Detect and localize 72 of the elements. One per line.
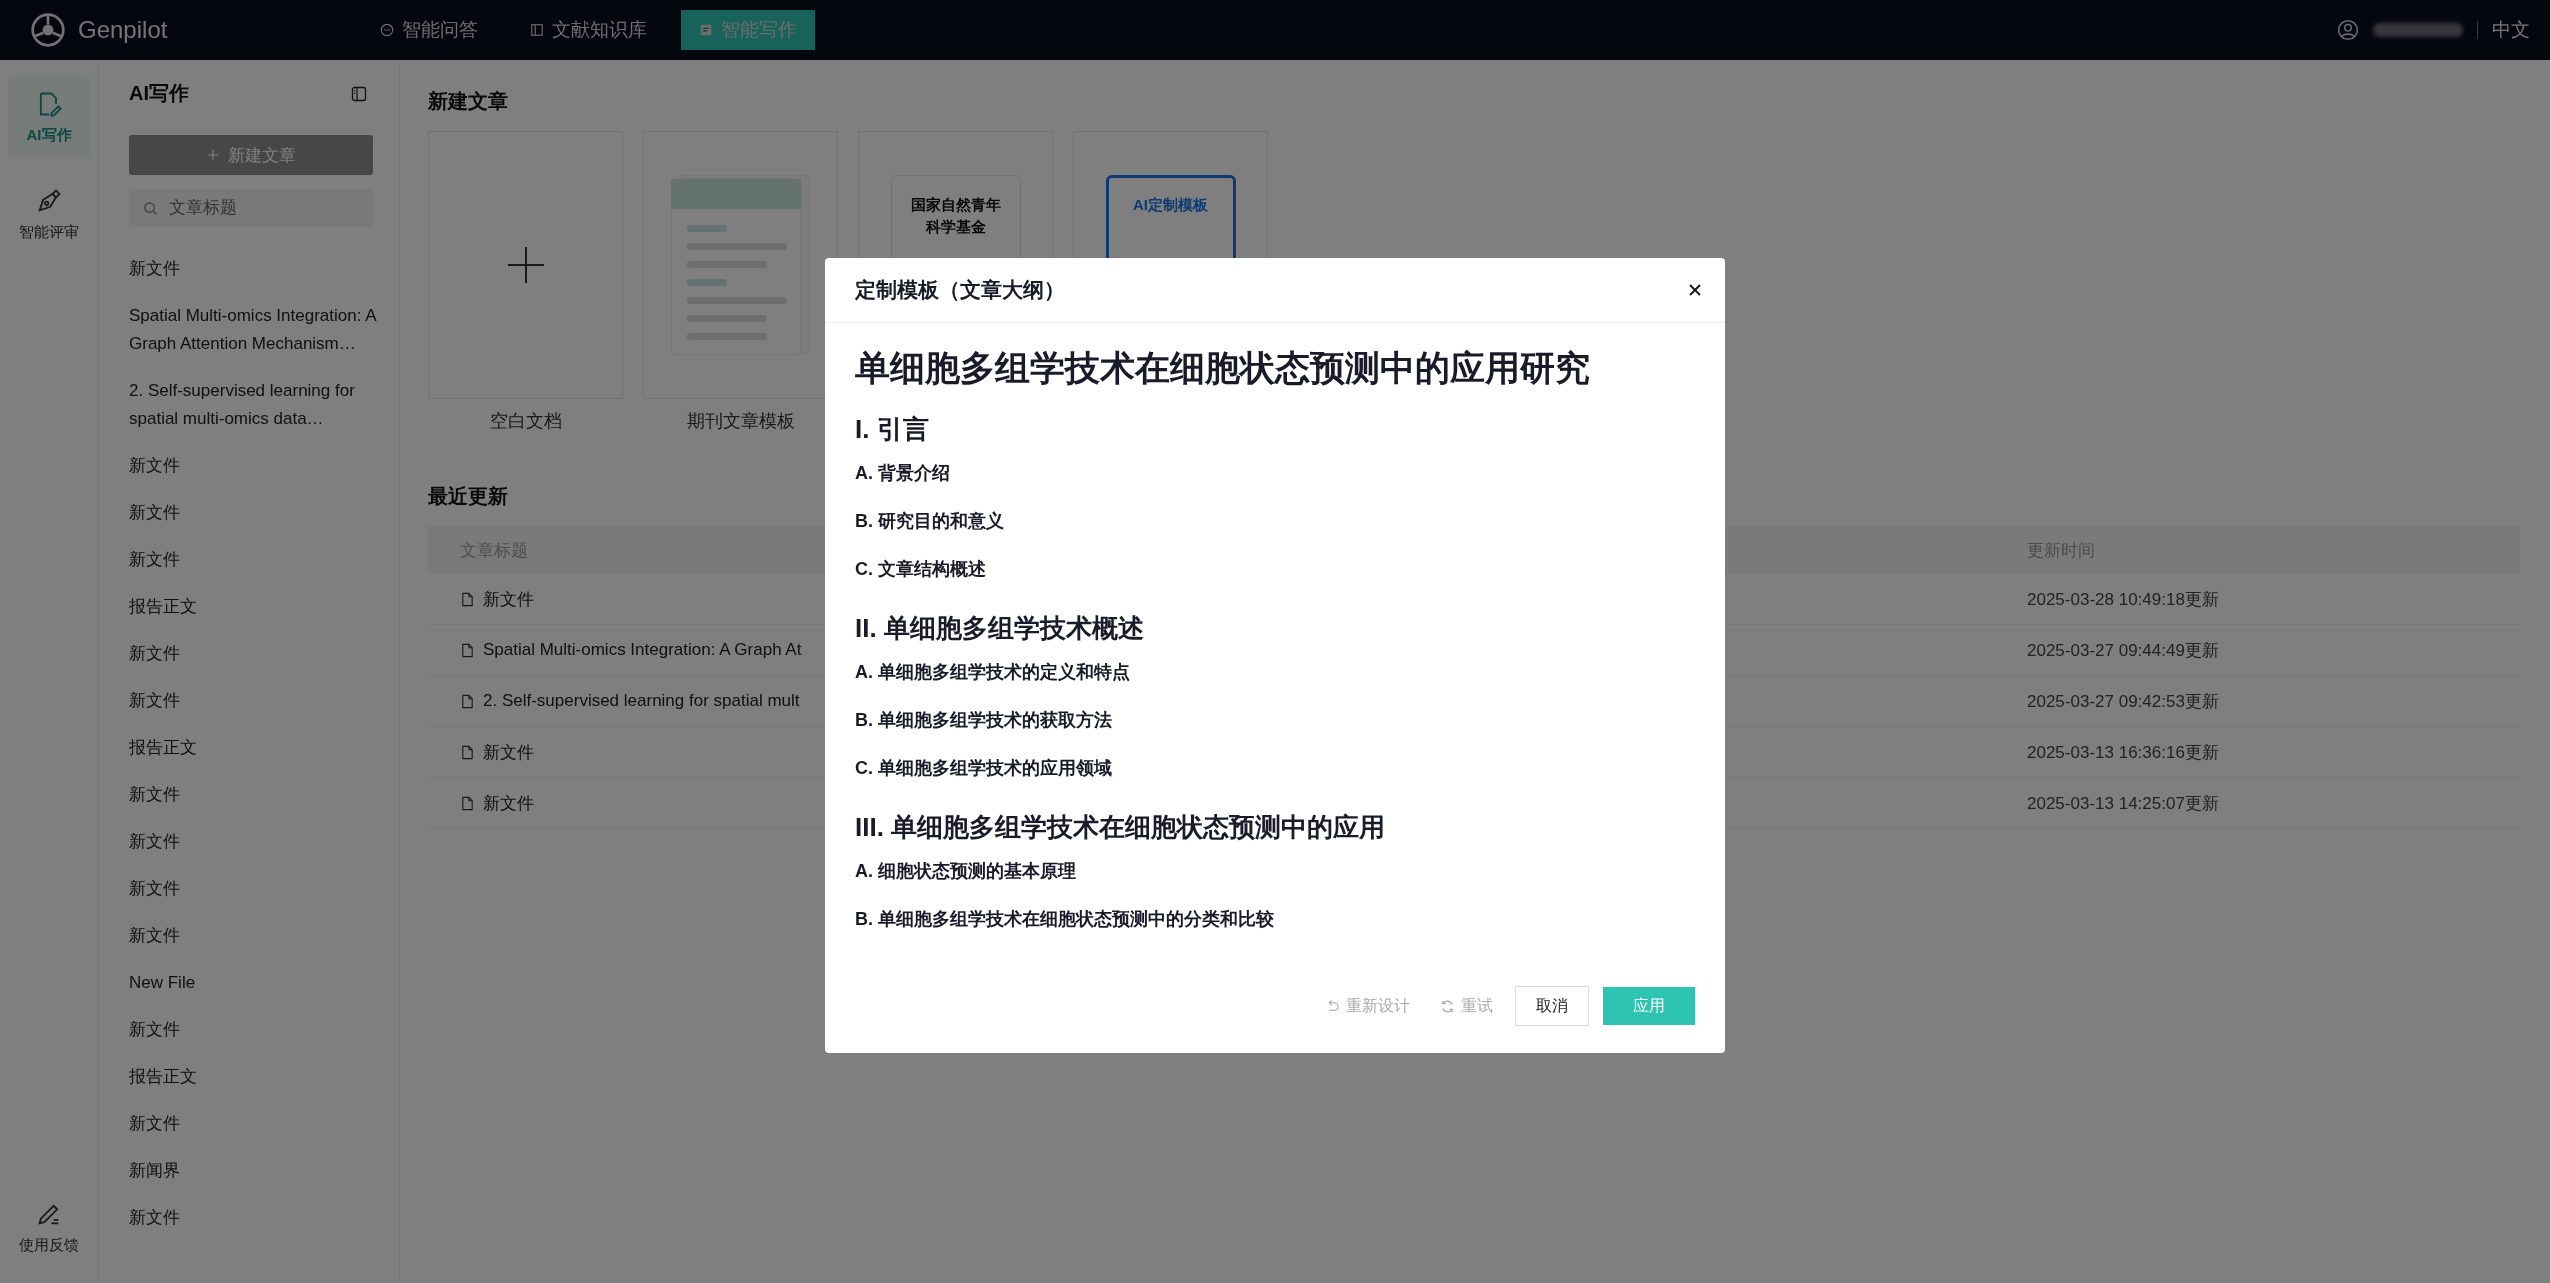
logo-icon xyxy=(30,12,66,48)
file-list-item[interactable]: 报告正文 xyxy=(129,593,379,621)
outline-item: B. 研究目的和意义 xyxy=(855,510,1005,533)
table-cell[interactable]: 新文件 xyxy=(483,791,534,815)
file-list-item[interactable]: 新文件 xyxy=(129,499,379,527)
sidebar-title: AI写作 xyxy=(129,81,189,106)
file-list-item[interactable]: 报告正文 xyxy=(129,1063,379,1091)
book-icon xyxy=(530,23,544,37)
file-list-item[interactable]: 新文件 xyxy=(129,781,379,809)
file-list-item[interactable]: 新文件 xyxy=(129,828,379,856)
pen-nib-icon xyxy=(35,187,63,215)
file-list-item[interactable]: 新文件 xyxy=(129,546,379,574)
file-list-item[interactable]: 新文件 xyxy=(129,1110,379,1138)
rail-item[interactable]: AI写作 xyxy=(8,76,90,159)
file-list-item[interactable]: 新文件 xyxy=(129,875,379,903)
template-card[interactable]: 期刊文章模板 xyxy=(643,131,838,463)
file-list-item[interactable]: 新文件 xyxy=(129,1016,379,1044)
table-cell-text: 2025-03-27 09:44:49更新 xyxy=(2027,639,2220,662)
chat-icon xyxy=(380,23,394,37)
file-list-item[interactable]: 新文件 xyxy=(129,922,379,950)
document-icon xyxy=(699,23,713,37)
nav-tab[interactable]: 文献知识库 xyxy=(512,10,665,50)
outline-item: A. 细胞状态预测的基本原理 xyxy=(855,860,1077,883)
table-cell-text: 2025-03-13 14:25:07更新 xyxy=(2027,792,2220,815)
table-cell-text: 2025-03-13 16:36:16更新 xyxy=(2027,741,2220,764)
outline-item: A. 单细胞多组学技术的定义和特点 xyxy=(855,661,1131,684)
plus-icon xyxy=(505,245,546,285)
app-name: Genpilot xyxy=(78,16,168,44)
file-list-item[interactable]: 新文件 xyxy=(129,687,379,715)
file-list-item[interactable]: Spatial Multi-omics Integration: A Graph Attention Mechanism… xyxy=(129,302,379,358)
outline-item: C. 单细胞多组学技术的应用领域 xyxy=(855,757,1113,780)
section-heading: 最近更新 xyxy=(428,484,509,509)
table-cell[interactable]: 2. Self-supervised learning for spatial mult xyxy=(483,691,800,711)
outline-heading: II. 单细胞多组学技术概述 xyxy=(855,612,1145,645)
file-icon xyxy=(460,642,475,658)
search-icon xyxy=(143,201,158,216)
search-field[interactable]: 文章标题 xyxy=(129,189,373,227)
file-icon xyxy=(460,795,475,811)
outline-heading: I. 引言 xyxy=(855,413,930,446)
user-icon[interactable] xyxy=(2337,19,2359,41)
table-cell-text: 2025-03-27 09:42:53更新 xyxy=(2027,690,2220,713)
refresh-icon xyxy=(1440,998,1455,1014)
table-cell-text: 2025-03-28 10:49:18更新 xyxy=(2027,588,2220,611)
file-icon xyxy=(460,591,475,607)
file-list-item[interactable]: 新文件 xyxy=(129,640,379,668)
language-label[interactable]: 中文 xyxy=(2492,17,2530,43)
outline-item: B. 单细胞多组学技术的获取方法 xyxy=(855,709,1113,732)
nav-tab[interactable]: 智能问答 xyxy=(362,10,496,50)
panel-toggle-icon[interactable] xyxy=(351,85,367,102)
file-icon xyxy=(460,693,475,709)
outline-item: C. 文章结构概述 xyxy=(855,558,987,581)
outline-item: B. 单细胞多组学技术在细胞状态预测中的分类和比较 xyxy=(855,908,1275,931)
file-list-item[interactable]: New File xyxy=(129,969,379,997)
rail-item[interactable]: 智能评审 xyxy=(8,173,90,256)
outline-heading: III. 单细胞多组学技术在细胞状态预测中的应用 xyxy=(855,811,1387,844)
file-list-item[interactable]: 新闻界 xyxy=(129,1157,379,1185)
outline-item: A. 背景介绍 xyxy=(855,462,951,485)
file-list-item[interactable]: 2. Self-supervised learning for spatial multi-omics data… xyxy=(129,377,379,433)
file-list-item[interactable]: 新文件 xyxy=(129,255,379,283)
table-cell[interactable]: Spatial Multi-omics Integration: A Graph At xyxy=(483,640,802,660)
section-heading: 新建文章 xyxy=(428,89,509,114)
file-list-item[interactable]: 新文件 xyxy=(129,452,379,480)
file-list-item[interactable]: 新文件 xyxy=(129,1204,379,1232)
cancel-button[interactable]: 取消 xyxy=(1515,986,1589,1026)
template-card[interactable]: 空白文档 xyxy=(428,131,623,463)
close-icon[interactable] xyxy=(1687,282,1703,298)
feedback-button[interactable]: 使用反馈 xyxy=(8,1186,90,1269)
file-list-item[interactable]: 报告正文 xyxy=(129,734,379,762)
file-icon xyxy=(460,744,475,760)
plus-icon xyxy=(206,148,220,162)
table-cell[interactable]: 新文件 xyxy=(483,740,534,764)
table-cell[interactable]: 新文件 xyxy=(483,587,534,611)
